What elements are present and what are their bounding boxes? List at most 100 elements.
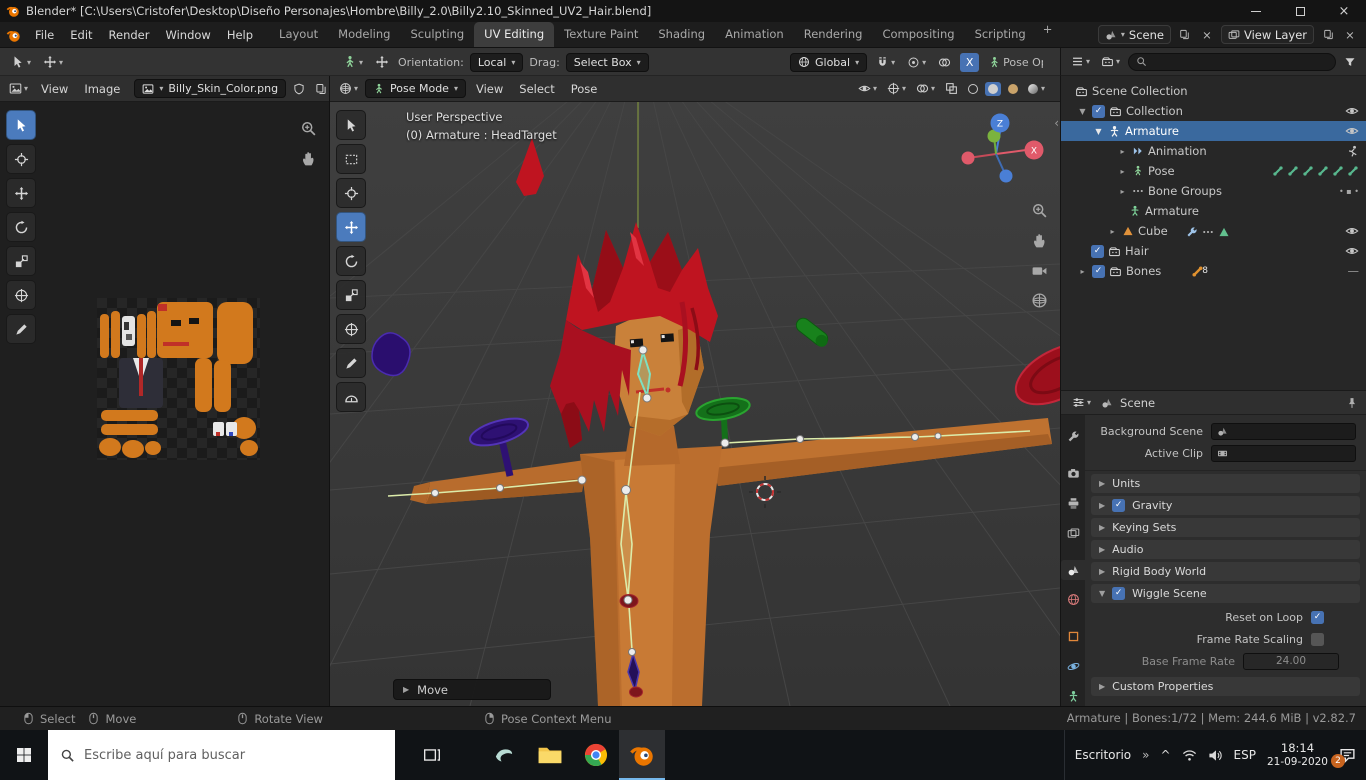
outliner-row-hair[interactable]: ✓ Hair: [1061, 241, 1366, 261]
outliner-row-armature-object[interactable]: ▼ Armature: [1061, 121, 1366, 141]
tab-compositing[interactable]: Compositing: [872, 22, 964, 47]
uv-snap-dropdown[interactable]: ▾: [40, 51, 66, 73]
gizmos-dropdown[interactable]: ▾: [884, 78, 909, 100]
tab-texture-paint[interactable]: Texture Paint: [554, 22, 648, 47]
reset-on-loop-checkbox[interactable]: ✓: [1311, 610, 1324, 624]
uv-editor-type-dropdown[interactable]: ▾: [6, 78, 31, 100]
proportional-edit-toggle[interactable]: ▾: [904, 51, 929, 73]
transform-orientation-dropdown[interactable]: Global ▾: [790, 52, 868, 72]
visibility-dropdown[interactable]: ▾: [855, 78, 880, 100]
background-scene-field[interactable]: [1211, 422, 1356, 440]
uv-menu-image[interactable]: Image: [78, 82, 126, 96]
gizmo-axis-z-neg[interactable]: [999, 169, 1013, 183]
section-gravity[interactable]: ▶ ✓ Gravity: [1091, 496, 1360, 515]
uv-tool-cursor[interactable]: [6, 144, 36, 174]
outliner-display-mode-dropdown[interactable]: ▾: [1098, 51, 1123, 73]
vp-camera-view-icon[interactable]: [1031, 262, 1048, 279]
desktop-label[interactable]: Escritorio: [1075, 748, 1131, 762]
viewport-canvas[interactable]: User Perspective (0) Armature : HeadTarg…: [330, 102, 1060, 706]
vp-menu-view[interactable]: View: [470, 82, 509, 96]
vp-tool-annotate[interactable]: [336, 348, 366, 378]
outliner-search-input[interactable]: [1151, 55, 1328, 68]
section-audio[interactable]: ▶ Audio: [1091, 540, 1360, 559]
outliner-row-bones[interactable]: ▸ ✓ Bones 8 —: [1061, 261, 1366, 281]
image-datablock-selector[interactable]: ▾ Billy_Skin_Color.png: [134, 79, 287, 98]
scene-selector[interactable]: ▾ Scene: [1097, 25, 1171, 44]
tab-physics[interactable]: [1061, 656, 1085, 676]
add-workspace-button[interactable]: +: [1036, 22, 1060, 47]
frame-rate-scaling-checkbox[interactable]: [1311, 632, 1324, 646]
hidden-icons-caret[interactable]: ^: [1160, 748, 1170, 762]
expand-toggle[interactable]: ▼: [1093, 127, 1104, 136]
tab-view-layer[interactable]: [1061, 523, 1085, 543]
tab-sculpting[interactable]: Sculpting: [400, 22, 474, 47]
fake-user-toggle[interactable]: [290, 78, 308, 100]
language-indicator[interactable]: ESP: [1234, 748, 1256, 762]
expand-toggle[interactable]: ▸: [1107, 227, 1118, 236]
vp-pan-icon[interactable]: [1031, 232, 1048, 249]
outliner-row-cube[interactable]: ▸ Cube: [1061, 221, 1366, 241]
expand-toggle[interactable]: ▸: [1117, 147, 1128, 156]
tab-rendering[interactable]: Rendering: [794, 22, 873, 47]
section-keying-sets[interactable]: ▶ Keying Sets: [1091, 518, 1360, 537]
uv-tool-move[interactable]: [6, 178, 36, 208]
section-custom-properties[interactable]: ▶ Custom Properties: [1091, 677, 1360, 696]
file-explorer-taskbar-button[interactable]: [527, 730, 573, 780]
wiggle-checkbox[interactable]: ✓: [1112, 587, 1126, 600]
outliner-row-bone-groups[interactable]: ▸ Bone Groups • ▪ •: [1061, 181, 1366, 201]
tab-output[interactable]: [1061, 494, 1085, 514]
tab-scene[interactable]: [1061, 560, 1085, 580]
widget-purple-blob[interactable]: [371, 332, 411, 377]
xray-toggle[interactable]: [942, 78, 961, 100]
expand-toggle[interactable]: ▸: [1077, 267, 1088, 276]
clock[interactable]: 18:14 21-09-2020: [1267, 741, 1328, 769]
overlap-icon[interactable]: [935, 51, 954, 73]
outliner-editor-type-dropdown[interactable]: ▾: [1068, 51, 1093, 73]
shading-solid-button[interactable]: [984, 81, 1001, 96]
hide-toggle[interactable]: [1345, 244, 1359, 259]
maximize-button[interactable]: [1278, 0, 1322, 22]
section-units[interactable]: ▶ Units: [1091, 474, 1360, 493]
uv-tool-rotate[interactable]: [6, 212, 36, 242]
hide-toggle[interactable]: [1345, 124, 1359, 139]
remove-view-layer-button[interactable]: ×: [1342, 25, 1358, 44]
tab-world[interactable]: [1061, 590, 1085, 610]
new-image-button[interactable]: [312, 78, 330, 100]
outliner-filter-button[interactable]: [1341, 51, 1359, 73]
tab-object[interactable]: [1061, 627, 1085, 647]
menu-help[interactable]: Help: [219, 22, 261, 47]
section-rigid-body-world[interactable]: ▶ Rigid Body World: [1091, 562, 1360, 581]
outliner-search[interactable]: [1128, 52, 1336, 71]
hide-toggle[interactable]: [1345, 104, 1359, 119]
navigation-gizmo[interactable]: Z X: [950, 110, 1046, 194]
blender-menu-button[interactable]: [0, 22, 27, 48]
viewport-editor-type-dropdown[interactable]: ▾: [336, 78, 361, 100]
vp-move-tool-icon[interactable]: [372, 51, 392, 73]
sidebar-collapse-icon[interactable]: ‹: [1054, 116, 1059, 130]
task-view-button[interactable]: [409, 730, 455, 780]
vp-menu-pose[interactable]: Pose: [565, 82, 604, 96]
outliner-row-collection[interactable]: ▼ ✓ Collection: [1061, 101, 1366, 121]
hair-checkbox[interactable]: ✓: [1091, 244, 1104, 258]
vp-active-tool-dropdown[interactable]: ▾: [340, 51, 366, 73]
volume-icon[interactable]: [1208, 748, 1223, 763]
shading-material-button[interactable]: [1005, 82, 1021, 96]
bones-checkbox[interactable]: ✓: [1092, 264, 1105, 278]
minimize-button[interactable]: [1234, 0, 1278, 22]
tab-animation[interactable]: Animation: [715, 22, 794, 47]
tab-uv-editing[interactable]: UV Editing: [474, 22, 555, 47]
close-button[interactable]: ×: [1322, 0, 1366, 22]
mode-selector[interactable]: Pose Mode ▾: [365, 79, 466, 98]
expand-toggle[interactable]: ▸: [1117, 187, 1128, 196]
vp-ortho-toggle-icon[interactable]: [1031, 292, 1048, 309]
uv-canvas[interactable]: [0, 102, 329, 706]
shading-wireframe-button[interactable]: [965, 82, 981, 96]
vp-tool-cursor[interactable]: [336, 178, 366, 208]
start-button[interactable]: [0, 730, 48, 780]
vp-tool-measure[interactable]: [336, 382, 366, 412]
outliner-row-scene-collection[interactable]: Scene Collection: [1061, 81, 1366, 101]
menu-edit[interactable]: Edit: [62, 22, 100, 47]
tab-modeling[interactable]: Modeling: [328, 22, 400, 47]
tab-scripting[interactable]: Scripting: [965, 22, 1036, 47]
outliner-row-animation[interactable]: ▸ Animation: [1061, 141, 1366, 161]
